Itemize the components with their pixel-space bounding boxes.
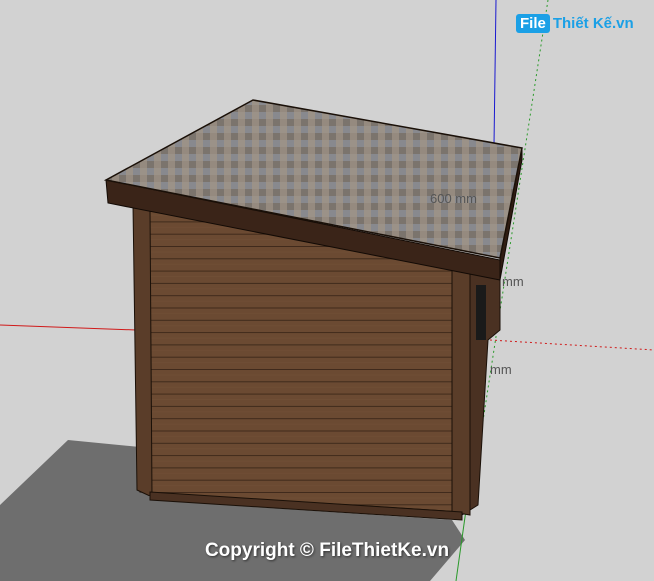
red-axis-dotted bbox=[489, 339, 654, 351]
logo-badge: File bbox=[516, 14, 550, 33]
dimension-label-upper: mm bbox=[502, 274, 524, 289]
right-corner-post bbox=[451, 267, 471, 516]
logo-text: Thiết Kế.vn bbox=[552, 15, 634, 32]
dimension-label-length: 600 mm bbox=[430, 191, 477, 206]
blue-axis bbox=[493, 0, 497, 146]
site-logo: File Thiết Kế.vn bbox=[516, 14, 634, 33]
sketchup-viewport[interactable] bbox=[0, 0, 654, 581]
red-axis bbox=[0, 324, 137, 331]
copyright-watermark: Copyright © FileThietKe.vn bbox=[204, 540, 450, 561]
side-window bbox=[476, 285, 486, 340]
dimension-label-lower: mm bbox=[490, 362, 512, 377]
